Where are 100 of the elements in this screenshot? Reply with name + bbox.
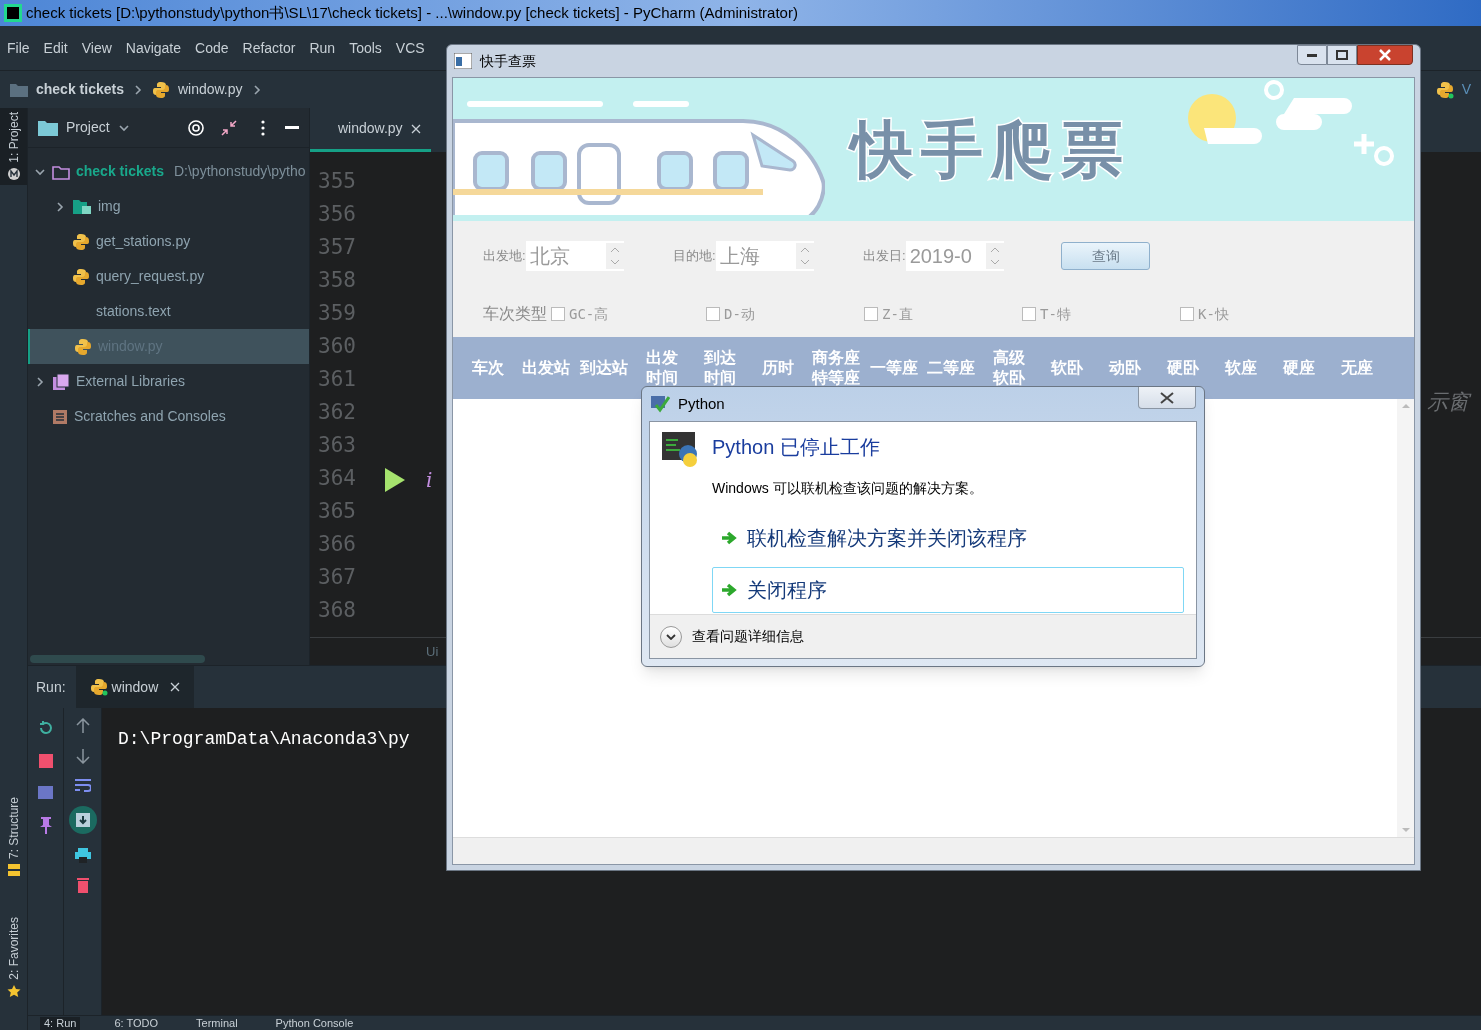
- minimize-button[interactable]: [1297, 45, 1327, 65]
- chevron-right-icon[interactable]: [54, 200, 66, 213]
- field-label: 出发地:: [483, 247, 526, 266]
- tree-item[interactable]: stations.text: [28, 294, 309, 329]
- command-link[interactable]: 联机检查解决方案并关闭该程序: [712, 515, 1184, 561]
- expand-button[interactable]: [660, 625, 682, 648]
- scrollbar[interactable]: [30, 655, 205, 663]
- menu-item[interactable]: Tools: [349, 37, 382, 59]
- line-number: 364: [317, 465, 357, 492]
- scroll-to-end-button[interactable]: [68, 806, 97, 834]
- combo-box[interactable]: 上海: [715, 241, 814, 271]
- checkbox[interactable]: [1180, 307, 1194, 321]
- tree-item[interactable]: External Libraries: [28, 364, 309, 399]
- tree-item[interactable]: check tickets D:\pythonstudy\pytho: [28, 154, 309, 189]
- line-number: 361: [317, 366, 357, 393]
- breadcrumb-item[interactable]: check tickets: [36, 79, 124, 100]
- arrow-up-icon: [75, 718, 90, 734]
- stop-icon: [38, 754, 53, 768]
- locate-button[interactable]: [187, 118, 205, 137]
- checkbox-label: GC-高: [569, 304, 609, 324]
- python-icon: [89, 678, 108, 696]
- minimize-icon: [285, 125, 299, 130]
- spin-arrows-icon: [795, 243, 814, 269]
- window-title: check tickets [D:\pythonstudy\python书\SL\17\check tickets] - ...\window.py [check tickets] - PyCharm (Administrator): [26, 2, 798, 23]
- details-link[interactable]: 查看问题详细信息: [692, 626, 804, 647]
- window-title: 快手查票: [480, 51, 536, 71]
- arrow-down-icon: [75, 748, 90, 764]
- soft-wrap-button[interactable]: [74, 778, 91, 792]
- print-button[interactable]: [74, 848, 91, 863]
- options-button[interactable]: [261, 119, 265, 136]
- library-icon: [52, 372, 70, 391]
- folder-icon: [52, 163, 70, 180]
- menu-item[interactable]: Navigate: [125, 37, 182, 59]
- arrow-right-icon: [721, 583, 737, 597]
- pin-button[interactable]: [39, 817, 52, 834]
- checkbox[interactable]: [551, 307, 565, 321]
- scrollbar[interactable]: [1397, 399, 1414, 837]
- scroll-up-button[interactable]: [75, 718, 90, 734]
- menu-item[interactable]: VCS: [395, 37, 425, 59]
- folder-icon: [10, 82, 28, 97]
- clear-button[interactable]: [76, 877, 89, 893]
- tree-item[interactable]: Scratches and Consoles: [28, 399, 309, 434]
- close-button[interactable]: [1138, 387, 1196, 409]
- menu-item[interactable]: Refactor: [242, 37, 296, 59]
- editor-tab[interactable]: window.py: [310, 108, 431, 152]
- chevron-right-icon[interactable]: [34, 375, 46, 388]
- panel-title[interactable]: Project: [66, 117, 110, 138]
- menu-item[interactable]: Edit: [43, 37, 68, 59]
- checkbox[interactable]: [864, 307, 878, 321]
- menu-item[interactable]: Code: [195, 37, 229, 59]
- command-link[interactable]: 关闭程序: [712, 567, 1184, 613]
- tool-tab[interactable]: 6: TODO: [110, 1016, 163, 1030]
- collapse-icon: [221, 119, 237, 136]
- python-icon: [74, 337, 92, 356]
- close-icon[interactable]: [170, 682, 181, 692]
- tree-item[interactable]: get_stations.py: [28, 224, 309, 259]
- checkbox[interactable]: [706, 307, 720, 321]
- line-number: 359: [317, 300, 357, 327]
- collapse-button[interactable]: [221, 119, 237, 136]
- arrow-down-icon: [1401, 828, 1410, 833]
- scroll-down-button[interactable]: [75, 748, 90, 764]
- run-tab[interactable]: window: [75, 665, 195, 709]
- checkbox-label: D-动: [724, 304, 755, 324]
- close-icon[interactable]: [410, 123, 421, 134]
- pin-icon: [39, 817, 52, 834]
- tool-tab[interactable]: 4: Run: [40, 1016, 81, 1030]
- checkbox-label: Z-直: [882, 304, 913, 324]
- line-number: 356: [317, 201, 357, 228]
- tree-item[interactable]: img: [28, 189, 309, 224]
- close-button[interactable]: [1357, 45, 1413, 65]
- python-app-icon: [662, 432, 698, 468]
- line-number: 365: [317, 498, 357, 525]
- tool-tab[interactable]: Python Console: [271, 1016, 358, 1030]
- checkbox[interactable]: [1022, 307, 1036, 321]
- side-tab[interactable]: 2: Favorites: [4, 913, 23, 1002]
- tool-tab[interactable]: Terminal: [192, 1016, 242, 1030]
- image-folder-icon: [72, 198, 92, 215]
- menu-item[interactable]: View: [81, 37, 112, 59]
- tree-item[interactable]: query_request.py: [28, 259, 309, 294]
- stop-button[interactable]: [38, 754, 53, 768]
- console-output: D:\ProgramData\Anaconda3\py: [118, 729, 410, 749]
- field-label: 目的地:: [673, 247, 716, 266]
- run-config-text[interactable]: V: [1461, 79, 1471, 100]
- checkbox-label: K-快: [1198, 304, 1229, 324]
- breadcrumb-item[interactable]: window.py: [177, 79, 243, 100]
- rerun-button[interactable]: [37, 720, 54, 736]
- field-label: 出发日:: [863, 247, 906, 266]
- combo-box[interactable]: 北京: [525, 241, 624, 271]
- maximize-button[interactable]: [1327, 45, 1357, 65]
- line-number: 366: [317, 531, 357, 558]
- menu-item[interactable]: File: [7, 37, 30, 59]
- side-tab[interactable]: 7: Structure: [4, 793, 23, 882]
- checkbox-label: T-特: [1040, 304, 1071, 324]
- query-button[interactable]: 查询: [1061, 242, 1150, 270]
- menu-item[interactable]: Run: [309, 37, 336, 59]
- line-number: 363: [317, 432, 357, 459]
- line-number: 360: [317, 333, 357, 360]
- spin-arrows-icon: [605, 243, 624, 269]
- hide-button[interactable]: [285, 125, 299, 130]
- run-arrow-icon[interactable]: [385, 467, 405, 492]
